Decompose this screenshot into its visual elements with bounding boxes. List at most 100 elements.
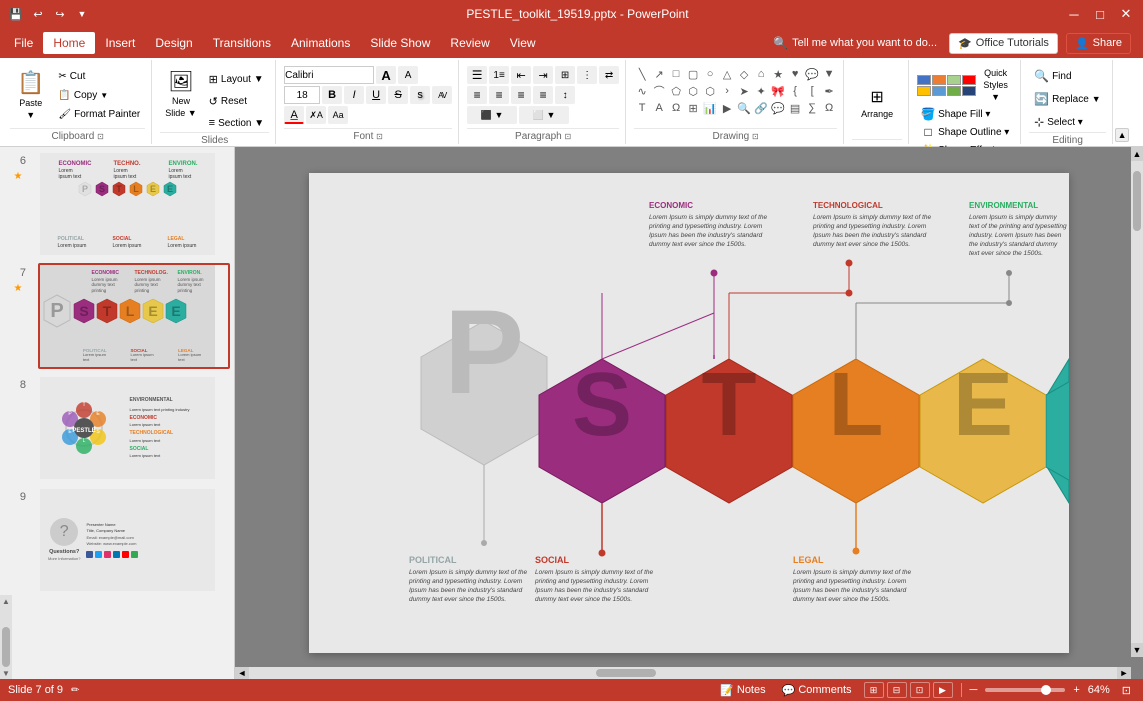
undo-icon[interactable]: ↩: [30, 6, 46, 22]
shape-chevron[interactable]: ›: [719, 83, 735, 99]
slide-thumbnail-6[interactable]: 6 ★ ECONOMIC Lorem ipsum text TECHNO.: [4, 151, 230, 257]
shape-media[interactable]: ▶: [719, 100, 735, 116]
font-size-input[interactable]: [284, 86, 320, 104]
zoom-thumb[interactable]: [1041, 685, 1051, 695]
shape-arrow[interactable]: ↗: [651, 66, 667, 82]
numbering-button[interactable]: 1≡: [489, 66, 509, 84]
political-section[interactable]: POLITICAL Lorem Ipsum is simply dummy te…: [409, 555, 529, 604]
shape-line[interactable]: ╲: [634, 66, 650, 82]
vscroll-thumb[interactable]: [1133, 171, 1141, 231]
menu-review[interactable]: Review: [440, 32, 499, 54]
align-right-button[interactable]: ≡: [511, 86, 531, 104]
quick-style-3[interactable]: [947, 75, 961, 85]
hscroll-left[interactable]: ◄: [235, 667, 249, 679]
replace-button[interactable]: 🔄 Replace ▼: [1029, 89, 1106, 109]
font-color-button[interactable]: A: [284, 106, 304, 124]
hscroll-right[interactable]: ►: [1117, 667, 1131, 679]
fit-slide-button[interactable]: ⊡: [1118, 683, 1135, 698]
increase-font-button[interactable]: A: [376, 66, 396, 84]
bold-button[interactable]: B: [322, 86, 342, 104]
quick-style-8[interactable]: [962, 86, 976, 96]
shape-star[interactable]: ★: [770, 66, 786, 82]
find-button[interactable]: 🔍 Find: [1029, 66, 1106, 86]
minimize-button[interactable]: ─: [1065, 5, 1083, 23]
notes-button[interactable]: 📝 Notes: [716, 683, 769, 698]
bullets-button[interactable]: ☰: [467, 66, 487, 84]
char-spacing-button[interactable]: AV: [432, 86, 452, 104]
shape-more[interactable]: ▼: [821, 66, 837, 82]
shape-triangle[interactable]: △: [719, 66, 735, 82]
shape-rounded-rect[interactable]: ▢: [685, 66, 701, 82]
select-button[interactable]: ⊹ Select ▾: [1029, 112, 1106, 132]
shape-fill-button[interactable]: 🪣 Shape Fill ▾: [917, 106, 1013, 122]
smart-art-button[interactable]: ⊞: [555, 66, 575, 84]
menu-home[interactable]: Home: [43, 32, 95, 54]
normal-view-button[interactable]: ⊞: [864, 682, 884, 698]
slide-thumbnail-9[interactable]: 9 ? Questions? More Information?: [4, 487, 230, 593]
align-center-button[interactable]: ≡: [489, 86, 509, 104]
scrollbar-up-btn[interactable]: ▲: [2, 595, 10, 607]
reset-button[interactable]: ↺Reset: [204, 92, 269, 111]
slide-thumb-img-8[interactable]: PESTLE T E S L E P ENVIRONMEN: [38, 375, 230, 481]
menu-slide-show[interactable]: Slide Show: [360, 32, 440, 54]
shape-parallelogram[interactable]: ◇: [736, 66, 752, 82]
quick-style-2[interactable]: [932, 75, 946, 85]
shape-equation[interactable]: ∑: [804, 100, 820, 116]
shape-eq[interactable]: Ω: [668, 100, 684, 116]
line-spacing-button[interactable]: ↕: [555, 86, 575, 104]
shape-text[interactable]: T: [634, 100, 650, 116]
text-direction-button[interactable]: ⇄: [599, 66, 619, 84]
vscroll-down[interactable]: ▼: [1131, 643, 1143, 657]
zoom-in-button[interactable]: +: [1073, 684, 1079, 696]
shape-trapezoid[interactable]: ⌂: [753, 66, 769, 82]
redo-icon[interactable]: ↪: [52, 6, 68, 22]
case-button[interactable]: Aa: [328, 106, 348, 124]
col-break-button[interactable]: ⋮: [577, 66, 597, 84]
menu-file[interactable]: File: [4, 32, 43, 54]
slide-thumb-img-6[interactable]: ECONOMIC Lorem ipsum text TECHNO. Lorem …: [38, 151, 230, 257]
shape-freeform[interactable]: ⌒: [651, 83, 667, 99]
menu-insert[interactable]: Insert: [95, 32, 145, 54]
increase-indent-button[interactable]: ⇥: [533, 66, 553, 84]
shape-bracket[interactable]: [: [804, 83, 820, 99]
section-button[interactable]: ≡Section ▼: [204, 114, 269, 132]
shape-brace[interactable]: {: [787, 83, 803, 99]
align-left-button[interactable]: ≡: [467, 86, 487, 104]
shadow-text-btn[interactable]: ⬛ ▼: [467, 106, 517, 124]
shape-wordart[interactable]: A: [651, 100, 667, 116]
slide-thumb-img-7[interactable]: ECONOMIC Lorem ipsum dummy text printing…: [38, 263, 230, 369]
decrease-indent-button[interactable]: ⇤: [511, 66, 531, 84]
shape-table[interactable]: ⊞: [685, 100, 701, 116]
quick-style-7[interactable]: [947, 86, 961, 96]
office-tutorials-button[interactable]: 🎓 Office Tutorials: [949, 33, 1058, 54]
zoom-slider[interactable]: [985, 688, 1065, 692]
quick-style-4[interactable]: [962, 75, 976, 85]
zoom-out-button[interactable]: ─: [970, 684, 978, 696]
h-scrollbar[interactable]: ◄ ►: [235, 667, 1131, 679]
social-section[interactable]: SOCIAL Lorem Ipsum is simply dummy text …: [535, 555, 655, 604]
customize-qat-icon[interactable]: ▼: [74, 6, 90, 22]
quick-style-6[interactable]: [932, 86, 946, 96]
quick-style-1[interactable]: [917, 75, 931, 85]
shape-custom[interactable]: ✒: [821, 83, 837, 99]
shape-pentagon[interactable]: ⬠: [668, 83, 684, 99]
hscroll-thumb[interactable]: [596, 669, 656, 677]
shape-curve[interactable]: ∿: [634, 83, 650, 99]
menu-transitions[interactable]: Transitions: [203, 32, 281, 54]
shape-link[interactable]: 🔗: [753, 100, 769, 116]
menu-design[interactable]: Design: [145, 32, 202, 54]
shape-rect[interactable]: □: [668, 66, 684, 82]
legal-section[interactable]: LEGAL Lorem Ipsum is simply dummy text o…: [793, 555, 913, 604]
copy-button[interactable]: 📋Copy▼: [53, 87, 145, 104]
new-slide-button[interactable]: 🖼 New Slide ▼: [160, 66, 201, 121]
shape-callout[interactable]: 💬: [804, 66, 820, 82]
cut-button[interactable]: ✂Cut: [53, 68, 145, 85]
shape-heart[interactable]: ♥: [787, 66, 803, 82]
format-painter-button[interactable]: 🖌Format Painter: [53, 106, 145, 123]
shape-octagon[interactable]: ⬡: [702, 83, 718, 99]
share-button[interactable]: 👤 Share: [1066, 33, 1131, 54]
font-name-input[interactable]: [284, 66, 374, 84]
reading-view-button[interactable]: ⊡: [910, 682, 930, 698]
layout-button[interactable]: ⊞Layout ▼: [204, 70, 269, 89]
shape-ribbon[interactable]: 🎀: [770, 83, 786, 99]
